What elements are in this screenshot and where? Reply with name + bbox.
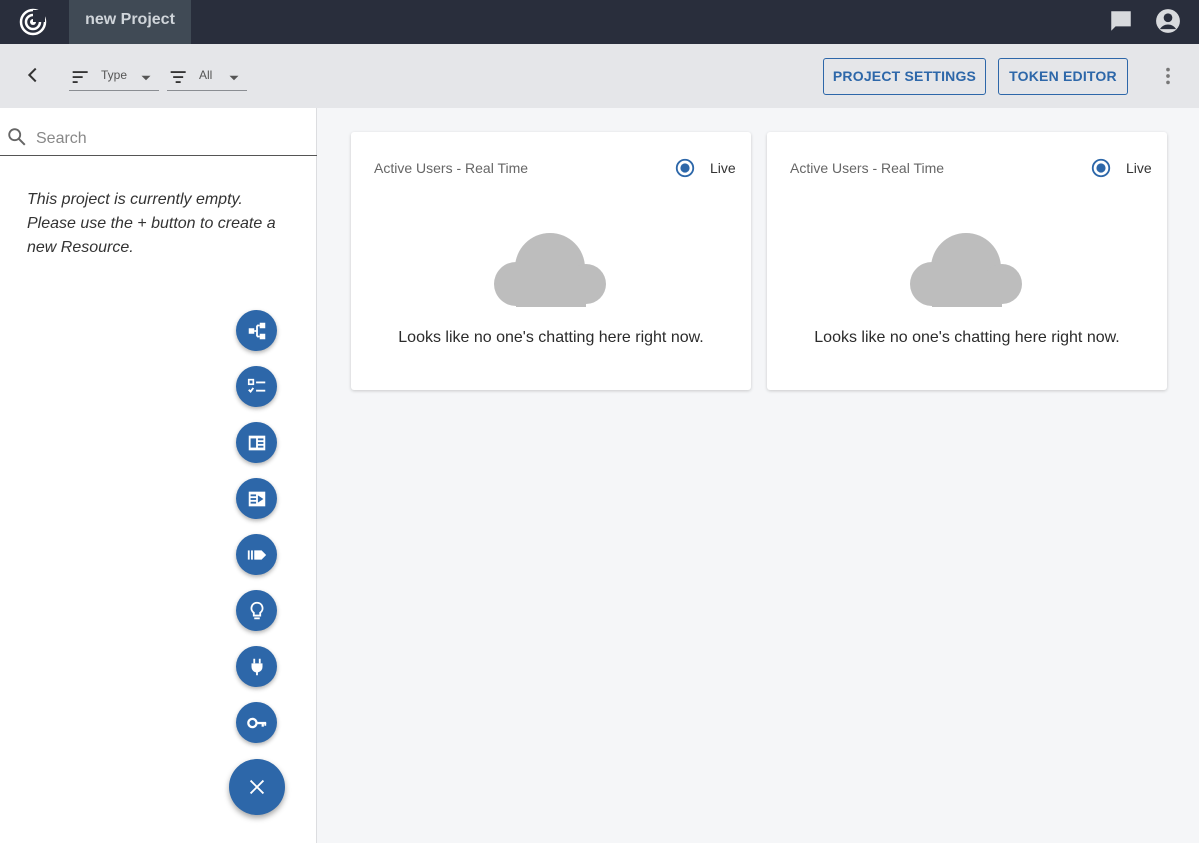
create-tag-button[interactable] — [236, 534, 277, 575]
app-logo-icon[interactable] — [18, 7, 48, 37]
create-key-button[interactable] — [236, 702, 277, 743]
live-label: Live — [1126, 160, 1152, 176]
active-users-card: Active Users - Real Time Live Looks like… — [767, 132, 1167, 390]
chat-icon[interactable] — [1108, 8, 1134, 34]
status-filter-label: All — [199, 68, 213, 82]
create-idea-button[interactable] — [236, 590, 277, 631]
article-icon — [248, 435, 265, 450]
empty-chat-message: Looks like no one's chatting here right … — [814, 329, 1120, 346]
close-speed-dial-button[interactable] — [229, 759, 285, 815]
empty-project-message: This project is currently empty. Please … — [27, 191, 276, 256]
create-checklist-button[interactable] — [236, 366, 277, 407]
cloud-icon — [910, 233, 1022, 307]
more-vert-icon[interactable] — [1157, 65, 1179, 87]
filter-icon — [170, 71, 186, 83]
create-flow-button[interactable] — [236, 310, 277, 351]
token-editor-button[interactable]: TOKEN EDITOR — [998, 58, 1128, 95]
card-title: Active Users - Real Time — [790, 160, 945, 176]
chevron-down-icon — [229, 75, 239, 81]
project-settings-button[interactable]: PROJECT SETTINGS — [823, 58, 986, 95]
empty-chat-message: Looks like no one's chatting here right … — [398, 329, 704, 346]
active-users-card: Active Users - Real Time Live Looks like… — [351, 132, 751, 390]
project-tab[interactable]: new Project — [69, 0, 191, 44]
toolbar: Type All PROJECT SETTINGS TOKEN EDITOR — [0, 44, 1199, 108]
type-filter-label: Type — [101, 68, 128, 82]
chevron-down-icon — [141, 75, 151, 81]
account-icon[interactable] — [1155, 8, 1181, 34]
cloud-icon — [494, 233, 606, 307]
live-radio-icon[interactable] — [674, 157, 696, 179]
checklist-icon — [247, 378, 265, 393]
top-app-bar: new Project — [0, 0, 1199, 44]
lightbulb-icon — [250, 601, 263, 619]
project-name: new Project — [85, 11, 175, 28]
search-input[interactable] — [36, 126, 306, 152]
create-video-button[interactable] — [236, 478, 277, 519]
label-icon — [247, 549, 266, 560]
close-icon — [249, 779, 265, 795]
plug-icon — [251, 658, 262, 675]
live-label: Live — [710, 160, 736, 176]
video-icon — [248, 491, 265, 506]
create-article-button[interactable] — [236, 422, 277, 463]
resource-sidebar: This project is currently empty. Please … — [0, 108, 317, 843]
flow-icon — [248, 322, 265, 339]
search-bar — [0, 122, 317, 156]
live-radio-icon[interactable] — [1090, 157, 1112, 179]
create-integration-button[interactable] — [236, 646, 277, 687]
type-filter-select[interactable]: Type — [69, 63, 159, 91]
key-icon — [246, 717, 266, 728]
status-filter-select[interactable]: All — [167, 63, 247, 91]
card-title: Active Users - Real Time — [374, 160, 529, 176]
search-icon — [8, 128, 26, 146]
back-arrow-icon[interactable] — [22, 64, 44, 86]
sort-icon — [72, 71, 88, 83]
